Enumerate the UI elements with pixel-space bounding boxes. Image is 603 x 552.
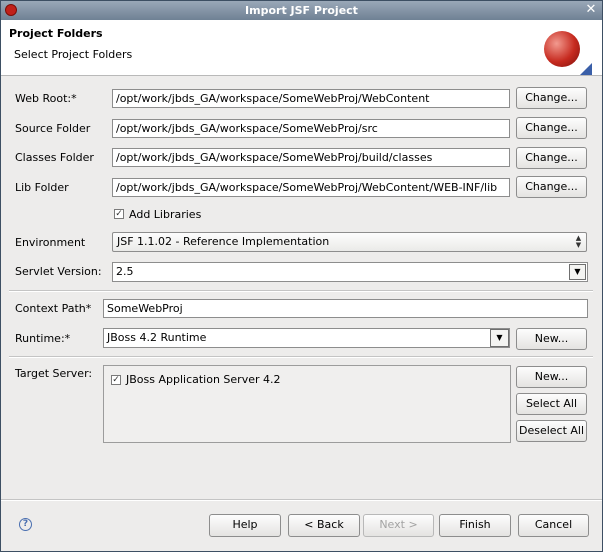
help-label: Help <box>232 518 258 531</box>
web-root-change-button[interactable]: Change... <box>516 87 587 109</box>
lib-folder-change-button[interactable]: Change... <box>516 176 587 198</box>
web-root-input[interactable]: /opt/work/jbds_GA/workspace/SomeWebProj/… <box>112 89 510 108</box>
jsf-wizard-logo-icon <box>544 31 592 75</box>
help-icon[interactable]: ? <box>19 518 32 531</box>
source-folder-change-button[interactable]: Change... <box>516 117 587 139</box>
context-path-label: Context Path* <box>15 302 92 315</box>
servlet-version-label: Servlet Version: <box>15 265 102 278</box>
context-path-input[interactable]: SomeWebProj <box>103 299 588 318</box>
separator <box>9 356 593 358</box>
runtime-value: JBoss 4.2 Runtime <box>107 331 207 344</box>
classes-folder-label: Classes Folder <box>15 151 94 164</box>
runtime-select[interactable]: JBoss 4.2 Runtime <box>103 328 510 348</box>
page-subtitle: Select Project Folders <box>14 48 133 61</box>
deselect-all-button[interactable]: Deselect All <box>516 420 587 442</box>
import-jsf-project-dialog: Import JSF Project ✕ Project Folders Sel… <box>0 0 603 552</box>
footer-separator <box>1 499 602 501</box>
classes-folder-input[interactable]: /opt/work/jbds_GA/workspace/SomeWebProj/… <box>112 148 510 167</box>
servlet-version-value: 2.5 <box>116 265 134 278</box>
environment-label: Environment <box>15 236 86 249</box>
updown-arrows-icon: ▲ ▼ <box>575 234 582 249</box>
back-label: < Back <box>304 518 344 531</box>
close-icon[interactable]: ✕ <box>584 3 598 17</box>
deselect-all-label: Deselect All <box>518 424 585 437</box>
target-server-new-button[interactable]: New... <box>516 366 587 388</box>
select-all-button[interactable]: Select All <box>516 393 587 415</box>
separator <box>9 290 593 292</box>
add-libraries-label: Add Libraries <box>129 208 202 221</box>
finish-button[interactable]: Finish <box>439 514 511 537</box>
cancel-button[interactable]: Cancel <box>518 514 589 537</box>
target-server-item-label: JBoss Application Server 4.2 <box>126 373 281 386</box>
source-folder-input[interactable]: /opt/work/jbds_GA/workspace/SomeWebProj/… <box>112 119 510 138</box>
target-server-list[interactable]: ✓ JBoss Application Server 4.2 <box>103 365 511 443</box>
servlet-version-combo[interactable]: 2.5 <box>112 262 588 282</box>
target-server-label: Target Server: <box>15 367 93 380</box>
window-title: Import JSF Project <box>245 4 358 17</box>
back-button[interactable]: < Back <box>288 514 360 537</box>
runtime-label: Runtime:* <box>15 332 71 345</box>
source-folder-label: Source Folder <box>15 122 91 135</box>
classes-folder-change-button[interactable]: Change... <box>516 147 587 169</box>
add-libraries-checkbox[interactable]: ✓ <box>114 209 124 219</box>
web-root-label: Web Root:* <box>15 92 77 105</box>
runtime-new-button[interactable]: New... <box>516 328 587 350</box>
next-label: Next > <box>379 518 418 531</box>
environment-select[interactable]: JSF 1.1.02 - Reference Implementation ▲ ▼ <box>112 232 587 252</box>
lib-folder-change-label: Change... <box>525 180 578 193</box>
lib-folder-input[interactable]: /opt/work/jbds_GA/workspace/SomeWebProj/… <box>112 178 510 197</box>
classes-folder-change-label: Change... <box>525 151 578 164</box>
finish-label: Finish <box>459 518 491 531</box>
wizard-header: Project Folders Select Project Folders <box>1 20 602 76</box>
help-button[interactable]: Help <box>209 514 281 537</box>
chevron-down-icon[interactable]: ▼ <box>569 264 586 280</box>
target-server-checkbox[interactable]: ✓ <box>111 375 121 385</box>
title-bar[interactable]: Import JSF Project ✕ <box>1 1 602 20</box>
runtime-new-label: New... <box>534 332 569 345</box>
page-title: Project Folders <box>9 27 103 40</box>
web-root-change-label: Change... <box>525 91 578 104</box>
source-folder-change-label: Change... <box>525 121 578 134</box>
select-all-label: Select All <box>525 397 578 410</box>
next-button[interactable]: Next > <box>363 514 434 537</box>
target-server-new-label: New... <box>534 370 569 383</box>
cancel-label: Cancel <box>534 518 573 531</box>
environment-value: JSF 1.1.02 - Reference Implementation <box>117 235 330 248</box>
lib-folder-label: Lib Folder <box>15 181 69 194</box>
chevron-down-icon[interactable]: ▼ <box>490 329 509 347</box>
